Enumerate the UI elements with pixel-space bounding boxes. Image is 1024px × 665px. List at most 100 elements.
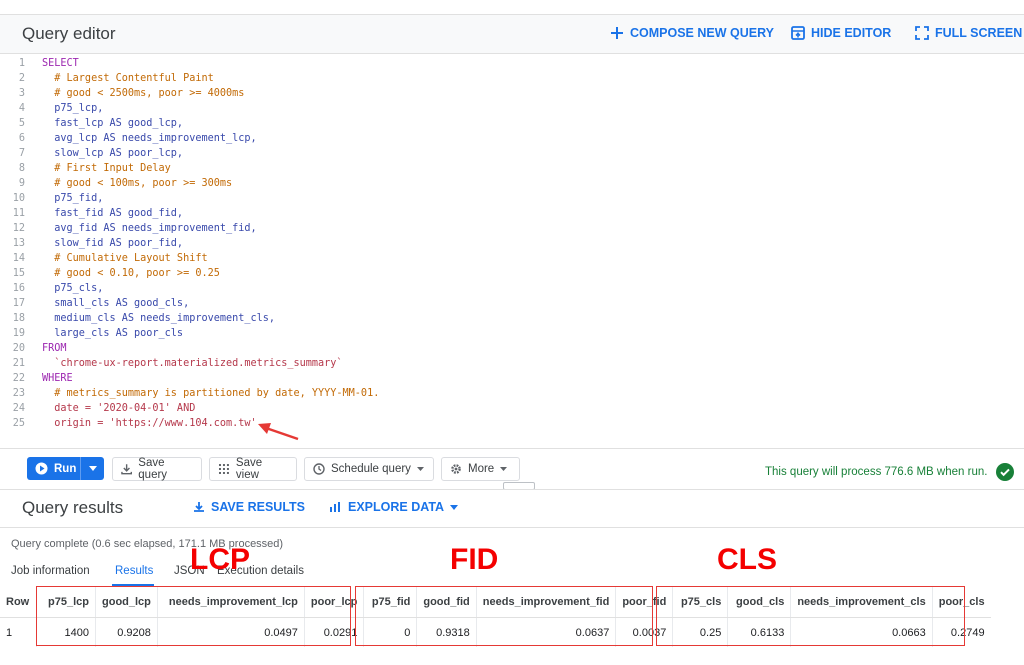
results-title: Query results xyxy=(22,498,124,517)
hide-editor-label: HIDE EDITOR xyxy=(811,26,892,40)
lcp-annotation-label: LCP xyxy=(190,543,250,576)
bar-chart-icon xyxy=(330,502,340,512)
line-number: 7 xyxy=(18,148,25,159)
code-text: SELECT xyxy=(42,58,79,69)
line-number: 12 xyxy=(12,223,25,234)
line-number: 8 xyxy=(18,163,25,174)
tab-job-information[interactable]: Job information xyxy=(11,565,90,577)
compose-label: COMPOSE NEW QUERY xyxy=(630,26,774,40)
save-view-label: Save view xyxy=(235,457,263,481)
caret-down-icon xyxy=(416,467,424,471)
results-header: Query results SAVE RESULTS EXPLORE DATA xyxy=(0,489,1024,528)
gear-icon xyxy=(451,464,461,474)
top-strip xyxy=(0,0,1024,14)
code-text: fast_lcp AS good_lcp, xyxy=(42,118,184,129)
line-number: 1 xyxy=(18,58,25,69)
code-text: medium_cls AS needs_improvement_cls, xyxy=(42,313,276,324)
code-line: 6 avg_lcp AS needs_improvement_lcp, xyxy=(0,131,1024,146)
code-text: avg_fid AS needs_improvement_fid, xyxy=(42,223,257,234)
line-number: 14 xyxy=(12,253,25,264)
caret-down-icon xyxy=(88,466,97,471)
code-line: 14 # Cumulative Layout Shift xyxy=(0,251,1024,266)
code-line: 16 p75_cls, xyxy=(0,281,1024,296)
plus-icon xyxy=(611,27,623,39)
code-line: 23 # metrics_summary is partitioned by d… xyxy=(0,386,1024,401)
code-text: # good < 100ms, poor >= 300ms xyxy=(42,178,233,189)
code-text: # Cumulative Layout Shift xyxy=(42,253,208,264)
code-line: 21 `chrome-ux-report.materialized.metric… xyxy=(0,356,1024,371)
code-line: 24 date = '2020-04-01' AND xyxy=(0,401,1024,416)
red-arrow-annotation xyxy=(258,423,299,441)
line-number: 15 xyxy=(12,268,25,279)
cls-highlight-box xyxy=(656,586,965,646)
line-number: 20 xyxy=(12,343,25,354)
line-number: 17 xyxy=(12,298,25,309)
code-line: 11 fast_fid AS good_fid, xyxy=(0,206,1024,221)
editor-title: Query editor xyxy=(22,24,116,43)
tab-results[interactable]: Results xyxy=(115,565,153,577)
schedule-label: Schedule query xyxy=(331,463,411,475)
schedule-query-button[interactable]: Schedule query xyxy=(304,457,434,481)
column-header[interactable]: Row xyxy=(0,587,37,618)
compose-new-query-button[interactable]: COMPOSE NEW QUERY xyxy=(610,26,774,40)
save-query-button[interactable]: Save query xyxy=(112,457,202,481)
line-number: 23 xyxy=(12,388,25,399)
code-line: 13 slow_fid AS poor_fid, xyxy=(0,236,1024,251)
line-number: 24 xyxy=(12,403,25,414)
code-text: p75_fid, xyxy=(42,193,104,204)
save-query-label: Save query xyxy=(138,457,168,481)
code-text: WHERE xyxy=(42,373,73,384)
code-text: # good < 2500ms, poor >= 4000ms xyxy=(42,88,245,99)
editor-header: Query editor COMPOSE NEW QUERY HIDE EDIT… xyxy=(0,14,1024,54)
cls-annotation-label: CLS xyxy=(717,543,777,576)
line-number: 21 xyxy=(12,358,25,369)
more-label: More xyxy=(468,463,495,475)
code-text: # good < 0.10, poor >= 0.25 xyxy=(42,268,220,279)
lcp-highlight-box xyxy=(36,586,351,646)
code-line: 22 WHERE xyxy=(0,371,1024,386)
code-text: large_cls AS poor_cls xyxy=(42,328,184,339)
code-line: 18 medium_cls AS needs_improvement_cls, xyxy=(0,311,1024,326)
line-number: 4 xyxy=(18,103,25,114)
line-number: 3 xyxy=(18,88,25,99)
hide-editor-button[interactable]: HIDE EDITOR xyxy=(791,26,891,40)
code-text: # Largest Contentful Paint xyxy=(42,73,214,84)
save-results-button[interactable]: SAVE RESULTS xyxy=(193,500,305,514)
code-text: FROM xyxy=(42,343,67,354)
line-number: 10 xyxy=(12,193,25,204)
line-number: 11 xyxy=(12,208,25,219)
line-number: 25 xyxy=(12,418,25,429)
line-number: 6 xyxy=(18,133,25,144)
code-text: small_cls AS good_cls, xyxy=(42,298,190,309)
explore-data-button[interactable]: EXPLORE DATA xyxy=(329,500,459,514)
code-text: slow_lcp AS poor_lcp, xyxy=(42,148,184,159)
line-number: 9 xyxy=(18,178,25,189)
process-estimate-message: This query will process 776.6 MB when ru… xyxy=(765,466,988,478)
code-line: 17 small_cls AS good_cls, xyxy=(0,296,1024,311)
code-text: date = '2020-04-01' AND xyxy=(42,403,196,414)
run-button[interactable]: Run xyxy=(27,457,104,480)
save-view-button[interactable]: Save view xyxy=(209,457,297,481)
sql-editor[interactable]: 1 SELECT 2 # Largest Contentful Paint 3 # g… xyxy=(0,56,1024,448)
full-screen-label: FULL SCREEN xyxy=(935,26,1023,40)
line-number: 16 xyxy=(12,283,25,294)
clock-icon xyxy=(313,463,325,475)
code-text: # First Input Delay xyxy=(42,163,171,174)
code-text: fast_fid AS good_fid, xyxy=(42,208,184,219)
code-line: 10 p75_fid, xyxy=(0,191,1024,206)
code-text: slow_fid AS poor_fid, xyxy=(42,238,184,249)
run-dropdown[interactable] xyxy=(81,466,104,471)
full-screen-button[interactable]: FULL SCREEN xyxy=(915,26,1022,40)
code-line: 3 # good < 2500ms, poor >= 4000ms xyxy=(0,86,1024,101)
view-grid-icon xyxy=(218,464,229,474)
code-text: # metrics_summary is partitioned by date… xyxy=(42,388,380,399)
more-button[interactable]: More xyxy=(441,457,520,481)
code-line: 20 FROM xyxy=(0,341,1024,356)
line-number: 13 xyxy=(12,238,25,249)
results-tabs: Job information Results JSON Execution d… xyxy=(0,563,1024,587)
line-number: 2 xyxy=(18,73,25,84)
code-line: 12 avg_fid AS needs_improvement_fid, xyxy=(0,221,1024,236)
fid-annotation-label: FID xyxy=(450,543,499,576)
caret-down-icon xyxy=(500,467,508,471)
line-number: 22 xyxy=(12,373,25,384)
